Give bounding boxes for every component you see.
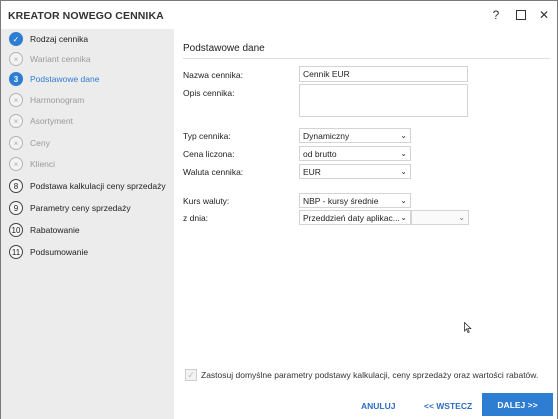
waluta-select[interactable]: EUR ⌄	[299, 164, 411, 179]
kurs-label: Kurs waluty:	[183, 196, 230, 206]
step-label: Klienci	[30, 159, 56, 169]
step-number-badge: 9	[9, 201, 23, 215]
skipped-icon: ×	[9, 136, 23, 150]
wizard-window: KREATOR NOWEGO CENNIKA ? ✕ ✓ Rodzaj cenn…	[0, 0, 558, 419]
step-klienci[interactable]: × Klienci	[1, 154, 174, 174]
step-label: Harmonogram	[30, 95, 85, 105]
step-parametry-ceny[interactable]: 9 Parametry ceny sprzedaży	[1, 198, 174, 218]
close-button[interactable]: ✕	[536, 7, 552, 23]
skipped-icon: ×	[9, 114, 23, 128]
step-label: Podstawowe dane	[30, 74, 100, 84]
step-label: Rabatowanie	[30, 225, 80, 235]
zdnia-label: z dnia:	[183, 213, 209, 223]
zdnia-select[interactable]: Przeddzień daty aplikac... ⌄	[299, 210, 411, 225]
mouse-cursor-icon	[464, 322, 472, 333]
zdnia-select-value: Przeddzień daty aplikac...	[303, 212, 400, 223]
step-podstawowe-dane[interactable]: 3 Podstawowe dane	[1, 69, 174, 89]
steps-sidebar: ✓ Rodzaj cennika × Wariant cennika 3 Pod…	[1, 29, 174, 419]
cena-label: Cena liczona:	[183, 149, 235, 159]
default-params-checkbox-row[interactable]: ✓ Zastosuj domyślne parametry podstawy k…	[185, 369, 538, 381]
checkmark-icon: ✓	[187, 369, 195, 380]
step-number-badge: 11	[9, 245, 23, 259]
section-title: Podstawowe dane	[183, 43, 265, 54]
title-bar: KREATOR NOWEGO CENNIKA ? ✕	[1, 1, 557, 29]
skipped-icon: ×	[9, 93, 23, 107]
step-label: Ceny	[30, 138, 50, 148]
window-title: KREATOR NOWEGO CENNIKA	[8, 10, 164, 22]
step-label: Parametry ceny sprzedaży	[30, 203, 131, 213]
opis-textarea[interactable]	[299, 84, 468, 117]
step-number-badge: 8	[9, 179, 23, 193]
kurs-select[interactable]: NBP - kursy średnie ⌄	[299, 193, 411, 208]
step-number-badge: 3	[9, 72, 23, 86]
help-button[interactable]: ?	[488, 7, 504, 23]
step-podstawa-kalkulacji[interactable]: 8 Podstawa kalkulacji ceny sprzedaży	[1, 176, 174, 196]
maximize-button[interactable]	[513, 7, 529, 23]
typ-select[interactable]: Dynamiczny ⌄	[299, 128, 411, 143]
form-panel: Podstawowe dane Nazwa cennika: Cennik EU…	[174, 29, 557, 389]
step-podsumowanie[interactable]: 11 Podsumowanie	[1, 242, 174, 262]
chevron-down-icon: ⌄	[400, 196, 407, 205]
chevron-down-icon: ⌄	[400, 213, 407, 222]
maximize-icon	[516, 10, 526, 20]
nazwa-label: Nazwa cennika:	[183, 70, 244, 80]
step-label: Podstawa kalkulacji ceny sprzedaży	[30, 181, 166, 191]
typ-select-value: Dynamiczny	[303, 130, 350, 141]
waluta-label: Waluta cennika:	[183, 167, 244, 177]
typ-label: Typ cennika:	[183, 131, 231, 141]
skipped-icon: ×	[9, 52, 23, 66]
step-harmonogram[interactable]: × Harmonogram	[1, 90, 174, 110]
chevron-down-icon: ⌄	[400, 149, 407, 158]
zdnia-date-select[interactable]: ⌄	[411, 210, 469, 225]
step-number-badge: 10	[9, 223, 23, 237]
chevron-down-icon: ⌄	[458, 213, 465, 222]
step-wariant-cennika[interactable]: × Wariant cennika	[1, 49, 174, 69]
back-button[interactable]: << WSTECZ	[424, 401, 472, 411]
step-asortyment[interactable]: × Asortyment	[1, 111, 174, 131]
nazwa-input[interactable]: Cennik EUR	[299, 66, 468, 82]
step-rodzaj-cennika[interactable]: ✓ Rodzaj cennika	[1, 29, 174, 49]
wizard-footer: ANULUJ << WSTECZ DALEJ >>	[174, 389, 557, 419]
cancel-button[interactable]: ANULUJ	[361, 401, 395, 411]
step-label: Asortyment	[30, 116, 73, 126]
section-divider	[183, 58, 550, 59]
waluta-select-value: EUR	[303, 166, 321, 177]
step-ceny[interactable]: × Ceny	[1, 133, 174, 153]
step-label: Wariant cennika	[30, 54, 91, 64]
step-label: Podsumowanie	[30, 247, 89, 257]
kurs-select-value: NBP - kursy średnie	[303, 195, 379, 206]
cena-select[interactable]: od brutto ⌄	[299, 146, 411, 161]
next-button[interactable]: DALEJ >>	[482, 393, 553, 416]
skipped-icon: ×	[9, 157, 23, 171]
step-rabatowanie[interactable]: 10 Rabatowanie	[1, 220, 174, 240]
chevron-down-icon: ⌄	[400, 167, 407, 176]
cena-select-value: od brutto	[303, 148, 337, 159]
check-icon: ✓	[9, 32, 23, 46]
chevron-down-icon: ⌄	[400, 131, 407, 140]
opis-label: Opis cennika:	[183, 88, 235, 98]
default-params-label: Zastosuj domyślne parametry podstawy kal…	[201, 370, 539, 380]
default-params-checkbox[interactable]: ✓	[185, 369, 197, 381]
step-label: Rodzaj cennika	[30, 34, 89, 44]
